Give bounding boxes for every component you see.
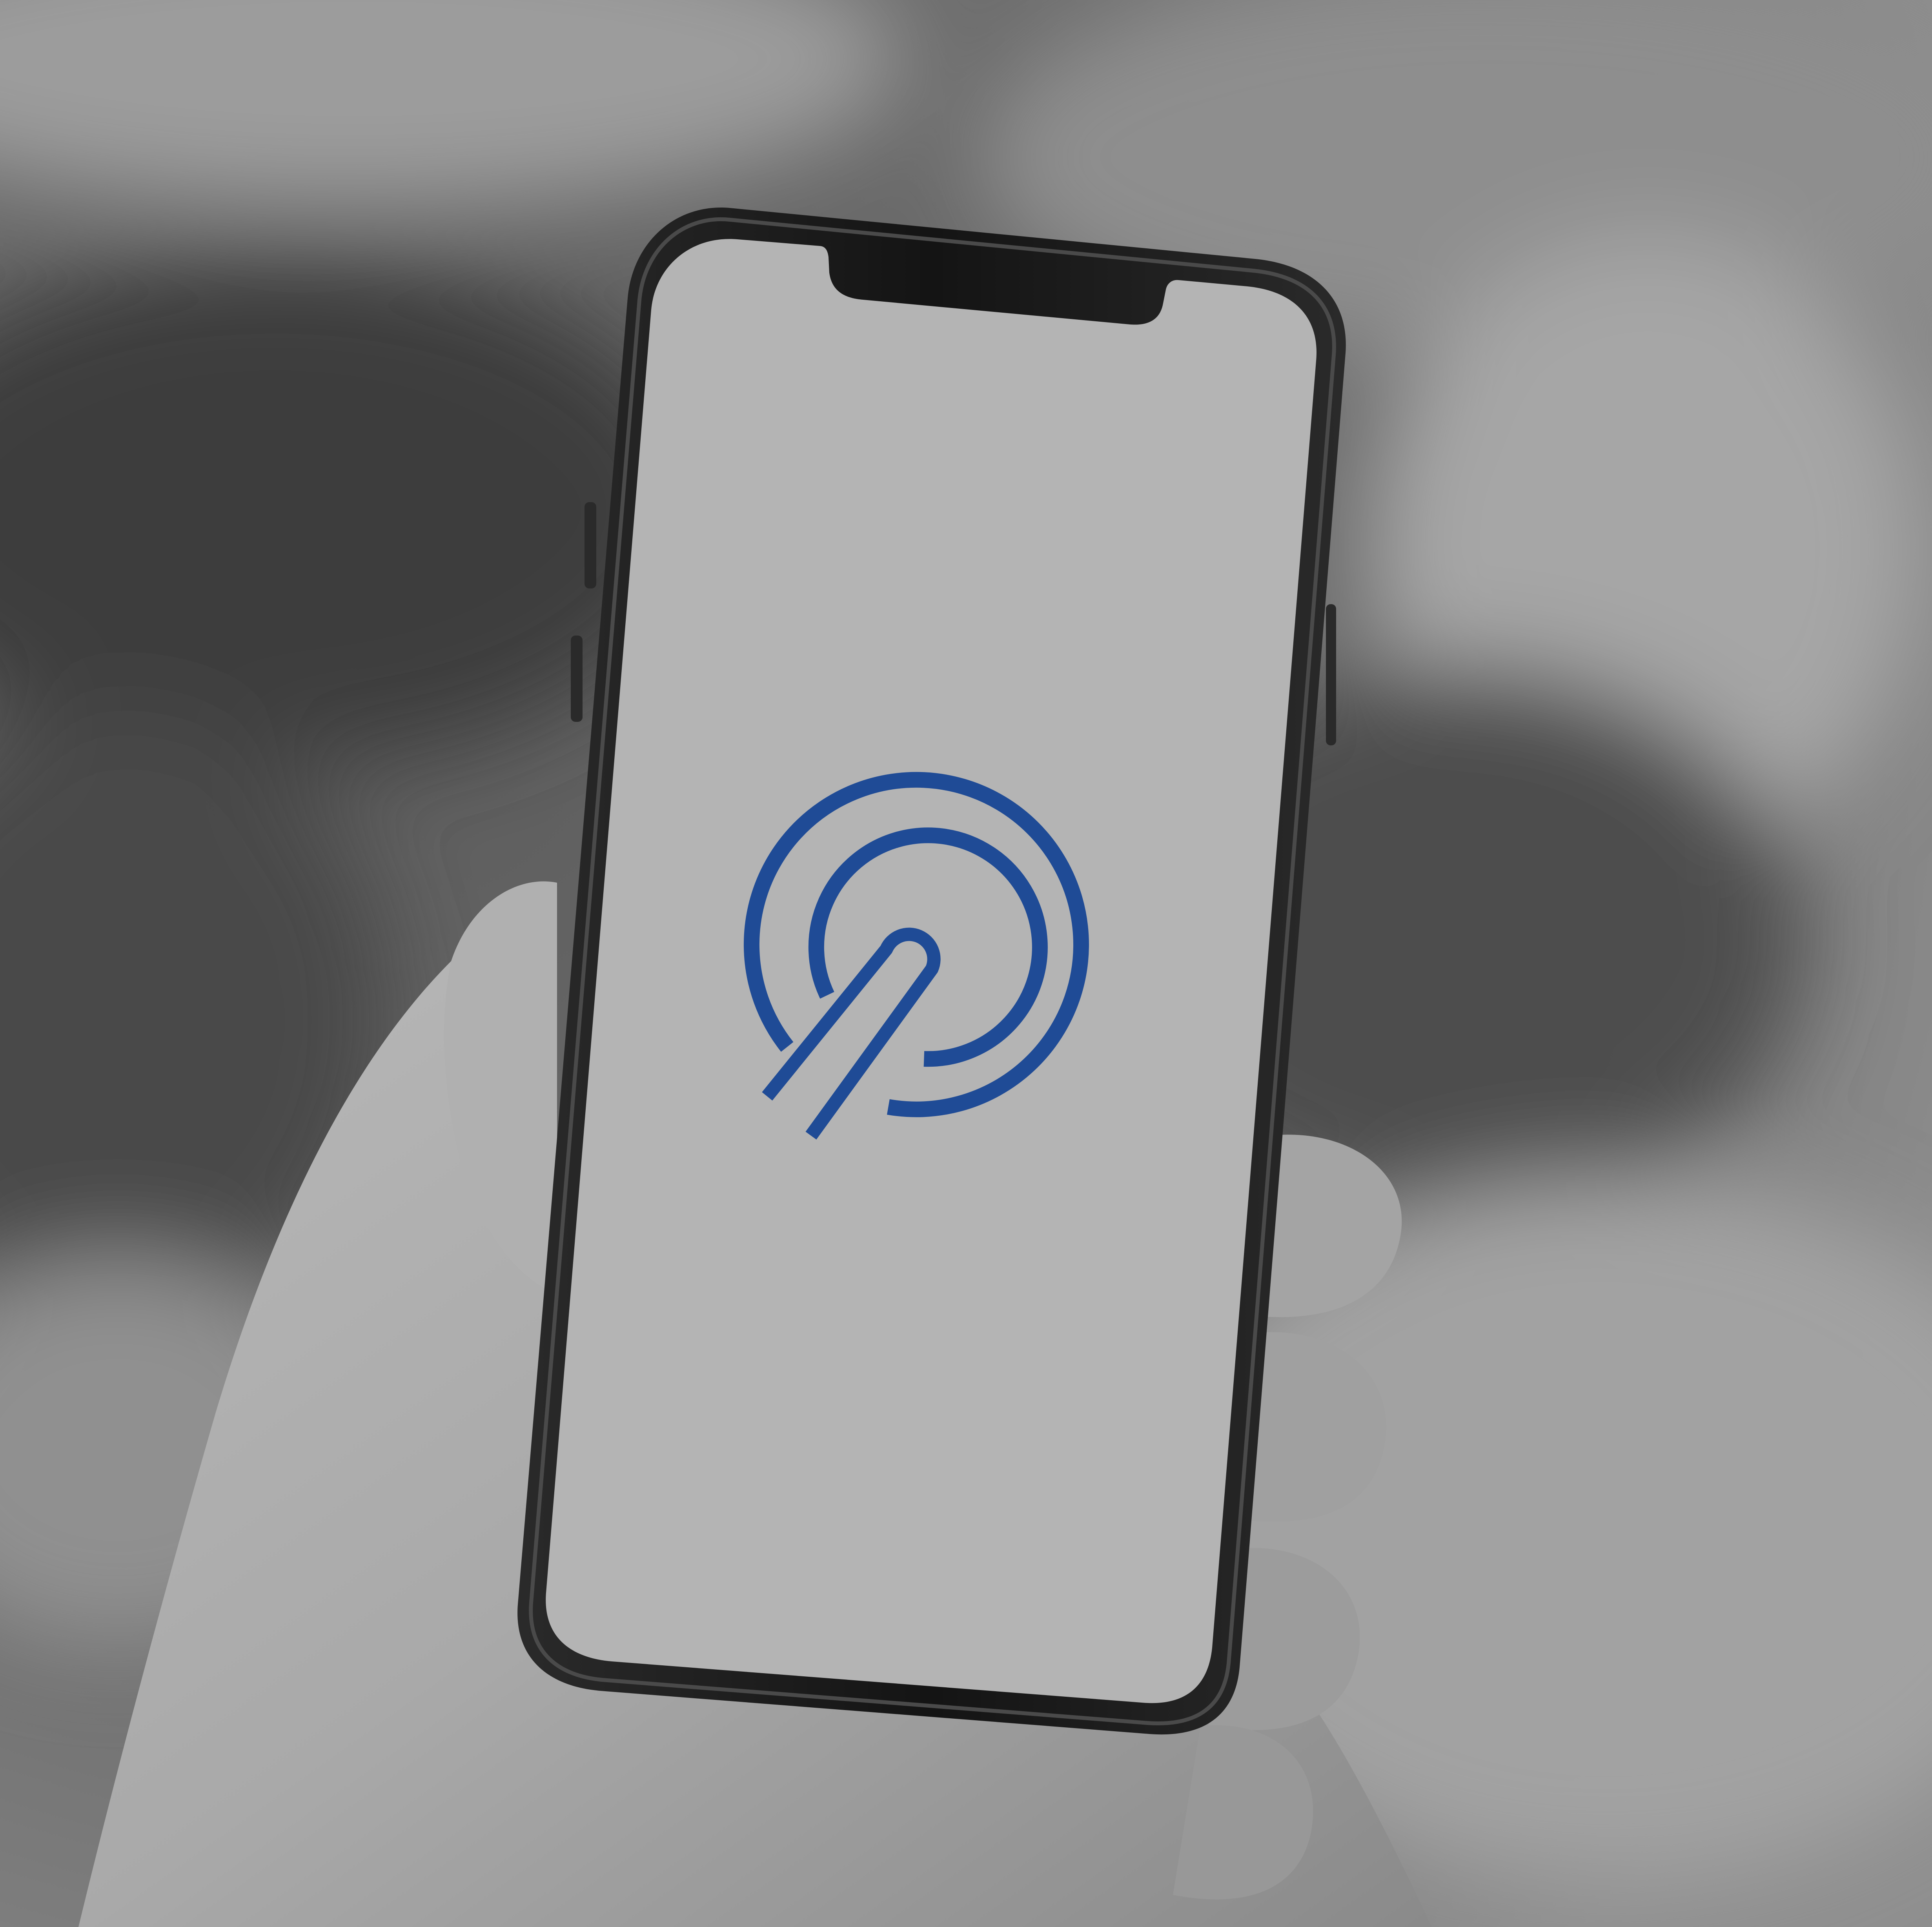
power-button — [1326, 604, 1336, 745]
photo-scene — [0, 0, 1932, 1927]
smartphone — [517, 208, 1346, 1734]
photo-canvas — [0, 0, 1932, 1927]
volume-up-button — [585, 502, 596, 588]
volume-down-button — [571, 636, 583, 722]
